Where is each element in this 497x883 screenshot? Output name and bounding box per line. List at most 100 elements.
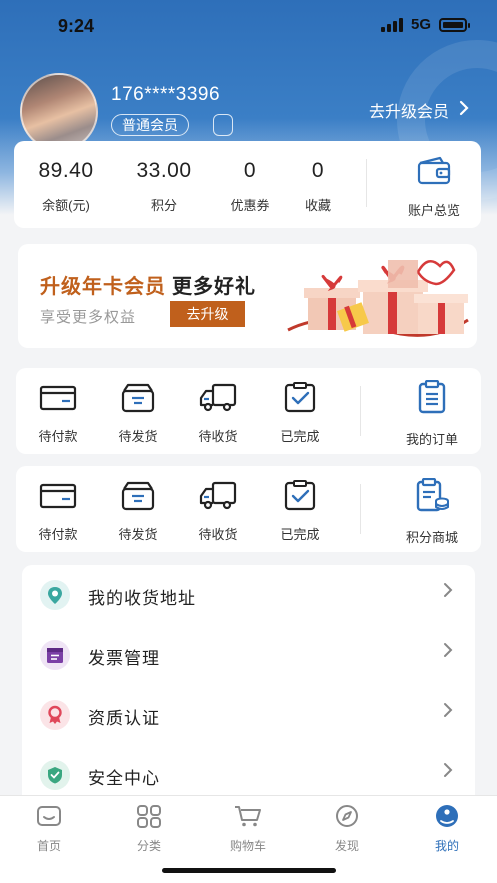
points-order-pending-payment[interactable]: 待付款 (26, 480, 90, 543)
order-list-icon (415, 379, 449, 418)
points-order-completed-label: 已完成 (280, 527, 320, 542)
favorites-value: 0 (311, 159, 325, 182)
location-icon (40, 580, 70, 610)
menu-item-certification[interactable]: 资质认证 (22, 685, 475, 745)
user-phone: 176****3396 (111, 84, 221, 105)
status-indicators: 5G (380, 16, 470, 33)
certificate-icon (40, 700, 70, 730)
cart-icon (233, 806, 263, 832)
points-order-pending-receipt[interactable]: 待收货 (186, 480, 250, 543)
shield-icon (40, 760, 70, 790)
box-icon (118, 382, 158, 414)
banner-title-accent: 升级年卡会员 (40, 276, 166, 298)
tab-home[interactable]: 首页 (19, 804, 79, 854)
points-mall-label: 积分商城 (405, 530, 458, 545)
signal-icon (380, 17, 403, 32)
points-mall-button[interactable]: 积分商城 (396, 477, 468, 546)
my-orders-button[interactable]: 我的订单 (396, 379, 468, 448)
points-mall-icon (413, 477, 451, 516)
upgrade-banner[interactable]: 升级年卡会员 更多好礼 享受更多权益 去升级 (18, 244, 477, 348)
tab-home-label: 首页 (36, 839, 61, 853)
order-pending-receipt-label: 待收货 (198, 429, 238, 444)
points-orders-divider (360, 484, 361, 534)
chevron-right-icon (443, 581, 453, 604)
favorites-stat[interactable]: 0 收藏 (288, 159, 348, 214)
coupons-value: 0 (243, 159, 257, 182)
coupons-stat[interactable]: 0 优惠券 (220, 159, 280, 214)
order-pending-payment[interactable]: 待付款 (26, 382, 90, 445)
points-stat[interactable]: 33.00 积分 (126, 159, 202, 214)
order-pending-payment-label: 待付款 (38, 429, 78, 444)
menu-item-address[interactable]: 我的收货地址 (22, 565, 475, 625)
balance-label: 余额(元) (42, 198, 90, 213)
account-overview-button[interactable]: 账户总览 (399, 155, 469, 219)
points-order-pending-payment-label: 待付款 (38, 527, 78, 542)
avatar[interactable] (20, 73, 98, 151)
category-icon (135, 805, 163, 832)
chevron-right-icon (443, 701, 453, 724)
invoice-icon (40, 640, 70, 670)
order-completed-label: 已完成 (280, 429, 320, 444)
points-label: 积分 (150, 198, 177, 213)
banner-upgrade-button[interactable]: 去升级 (170, 301, 245, 327)
member-extra-badge (213, 114, 233, 136)
card-icon (38, 480, 78, 512)
tab-category-label: 分类 (136, 839, 161, 853)
banner-title: 升级年卡会员 更多好礼 (40, 270, 256, 299)
status-bar: 9:24 5G (0, 0, 497, 54)
wallet-icon (416, 156, 452, 189)
card-icon (38, 382, 78, 414)
network-label: 5G (410, 16, 431, 33)
menu-item-invoice[interactable]: 发票管理 (22, 625, 475, 685)
points-value: 33.00 (136, 159, 192, 182)
chevron-right-icon (459, 100, 469, 121)
favorites-label: 收藏 (304, 198, 331, 213)
points-order-pending-shipment[interactable]: 待发货 (106, 480, 170, 543)
points-orders-card: 待付款 待发货 待收货 已完成 积分商城 (16, 466, 481, 552)
battery-icon (439, 17, 470, 32)
banner-title-rest: 更多好礼 (172, 276, 256, 298)
menu-item-address-label: 我的收货地址 (88, 589, 196, 608)
points-order-pending-receipt-label: 待收货 (198, 527, 238, 542)
points-order-pending-shipment-label: 待发货 (118, 527, 158, 542)
balance-stat[interactable]: 89.40 余额(元) (28, 159, 104, 214)
chevron-right-icon (443, 641, 453, 664)
member-level-badge: 普通会员 (111, 114, 189, 136)
menu-item-security-label: 安全中心 (88, 769, 160, 788)
points-order-completed[interactable]: 已完成 (268, 480, 332, 543)
upgrade-member-label: 去升级会员 (368, 104, 449, 121)
compass-icon (333, 805, 361, 832)
orders-divider (360, 386, 361, 436)
stats-divider (366, 159, 367, 207)
tab-me-label: 我的 (434, 839, 459, 853)
coupons-label: 优惠券 (230, 198, 270, 213)
tab-category[interactable]: 分类 (119, 804, 179, 854)
account-overview-label: 账户总览 (407, 203, 460, 218)
my-orders-card: 待付款 待发货 待收货 已完成 我的订单 (16, 368, 481, 454)
order-pending-shipment-label: 待发货 (118, 429, 158, 444)
order-completed[interactable]: 已完成 (268, 382, 332, 445)
clipboard-check-icon (280, 382, 320, 414)
order-pending-shipment[interactable]: 待发货 (106, 382, 170, 445)
tab-me[interactable]: 我的 (417, 804, 477, 854)
upgrade-member-link[interactable]: 去升级会员 (369, 98, 469, 122)
tab-cart[interactable]: 购物车 (218, 804, 278, 854)
my-orders-label: 我的订单 (405, 432, 458, 447)
box-icon (118, 480, 158, 512)
menu-item-certification-label: 资质认证 (88, 709, 160, 728)
gift-boxes-illustration (268, 250, 473, 348)
banner-subtitle: 享受更多权益 (40, 309, 137, 326)
chevron-right-icon (443, 761, 453, 784)
menu-item-invoice-label: 发票管理 (88, 649, 160, 668)
tab-discover-label: 发现 (334, 839, 359, 853)
truck-icon (198, 382, 238, 414)
home-indicator (162, 868, 336, 873)
clipboard-check-icon (280, 480, 320, 512)
status-time: 9:24 (58, 16, 95, 36)
settings-menu: 我的收货地址 发票管理 资质认证 安全中心 (22, 565, 475, 805)
user-icon (433, 805, 461, 832)
tab-discover[interactable]: 发现 (317, 804, 377, 854)
order-pending-receipt[interactable]: 待收货 (186, 382, 250, 445)
truck-icon (198, 480, 238, 512)
home-icon (35, 806, 63, 832)
